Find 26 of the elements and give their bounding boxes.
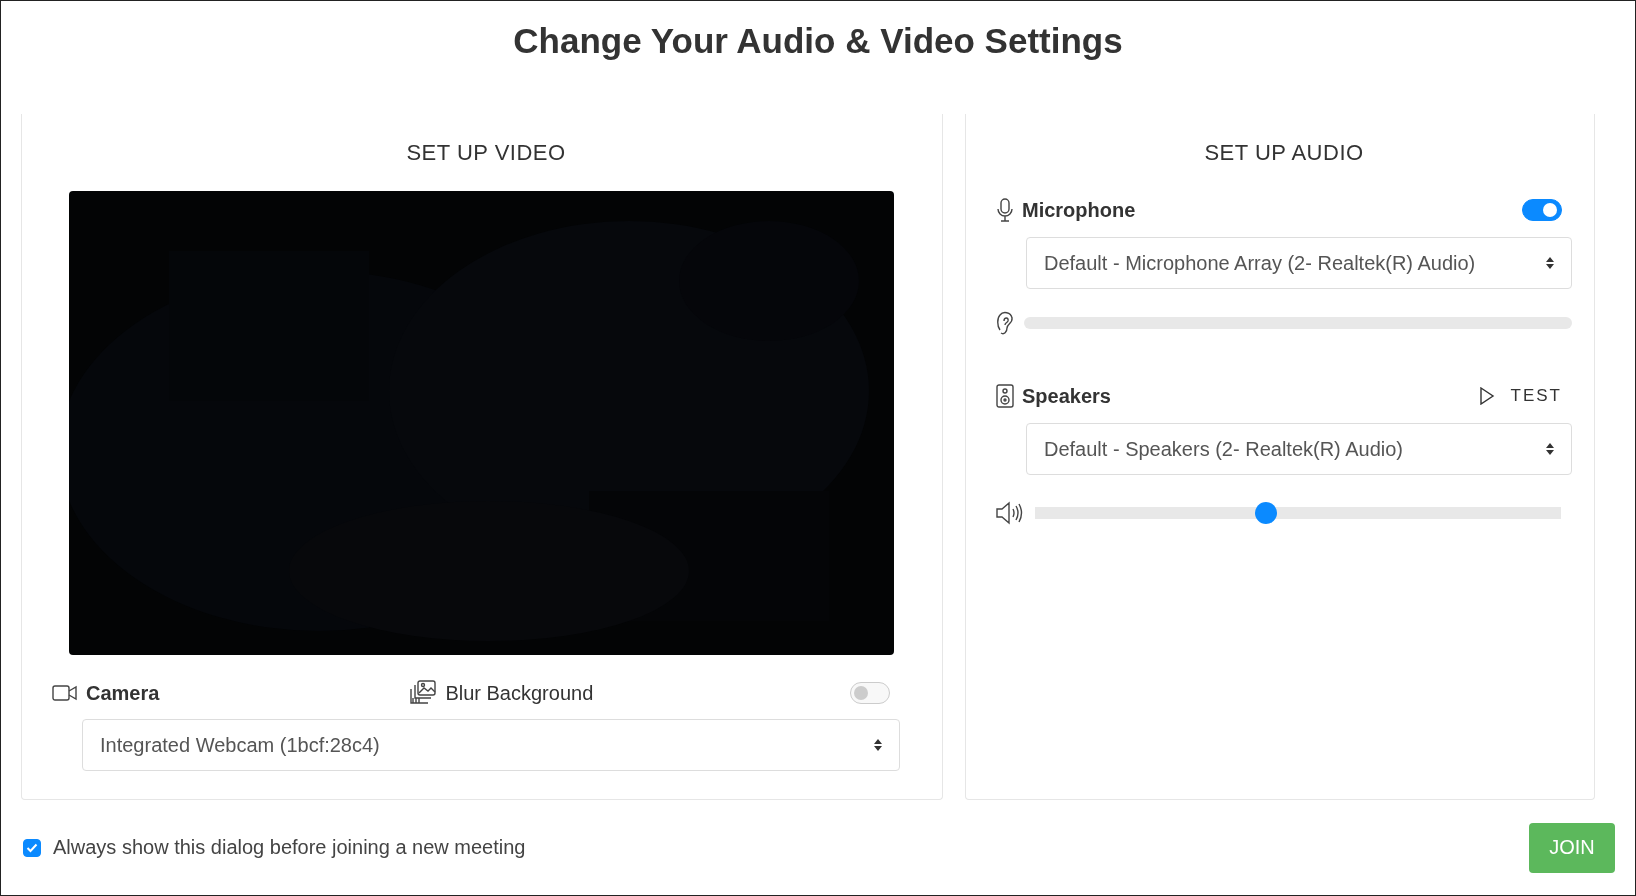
blur-background-label: Blur Background [445, 681, 594, 705]
slider-thumb[interactable] [1255, 502, 1278, 524]
speakers-label: Speakers [1022, 384, 1111, 408]
checkbox-label: Always show this dialog before joining a new meeting [53, 836, 526, 859]
speaker-icon [996, 384, 1014, 408]
microphone-label: Microphone [1022, 198, 1136, 222]
microphone-dropdown[interactable]: Default - Microphone Array (2- Realtek(R) Audio) [1026, 237, 1572, 289]
camera-dropdown[interactable]: Integrated Webcam (1bcf:28c4) [82, 719, 900, 771]
caret-icon [1545, 256, 1555, 270]
microphone-toggle[interactable] [1522, 199, 1562, 221]
section-heading: SET UP VIDEO [405, 139, 567, 167]
ear-icon [996, 310, 1014, 336]
section-heading: SET UP AUDIO [1203, 139, 1365, 167]
camera-label: Camera [86, 681, 160, 705]
blur-toggle[interactable] [850, 682, 890, 704]
video-camera-icon [52, 684, 78, 702]
test-button[interactable]: TEST [1478, 386, 1562, 406]
checkbox[interactable] [23, 838, 41, 857]
caret-icon [1545, 442, 1555, 456]
dialog-title: Change Your Audio & Video Settings [512, 20, 1124, 62]
caret-icon [873, 738, 883, 752]
speakers-dropdown[interactable]: Default - Speakers (2- Realtek(R) Audio) [1026, 423, 1572, 475]
play-icon [1478, 387, 1495, 405]
microphone-icon [996, 198, 1014, 222]
volume-icon [996, 501, 1024, 525]
images-icon [409, 680, 438, 706]
